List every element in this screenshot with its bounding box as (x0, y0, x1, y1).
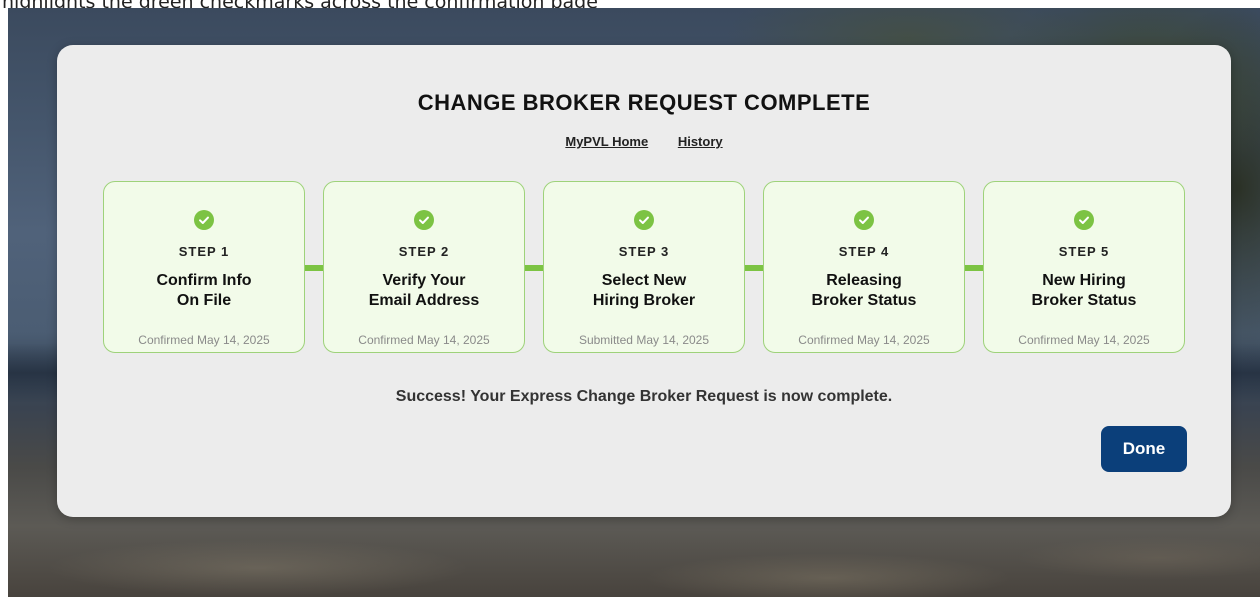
step-number: STEP 1 (178, 244, 230, 259)
step-card-3: STEP 3 Select New Hiring Broker Submitte… (543, 181, 745, 353)
step-title-line-1: Confirm Info (156, 272, 252, 289)
step-status-date: Submitted May 14, 2025 (578, 333, 710, 347)
step-title-line-1: Releasing (826, 272, 902, 289)
step-title: Verify Your Email Address (324, 271, 524, 311)
check-circle-icon (1074, 210, 1094, 230)
page-title: CHANGE BROKER REQUEST COMPLETE (417, 90, 871, 115)
step-connector (305, 265, 323, 271)
step-card-4: STEP 4 Releasing Broker Status Confirmed… (763, 181, 965, 353)
step-card-5: STEP 5 New Hiring Broker Status Confirme… (983, 181, 1185, 353)
step-title: Select New Hiring Broker (544, 271, 744, 311)
check-circle-icon (414, 210, 434, 230)
check-circle-icon (194, 210, 214, 230)
step-connector (965, 265, 983, 271)
step-card-2: STEP 2 Verify Your Email Address Confirm… (323, 181, 525, 353)
step-title: Confirm Info On File (104, 271, 304, 311)
step-status-date: Confirmed May 14, 2025 (138, 333, 270, 347)
step-title: New Hiring Broker Status (984, 271, 1184, 311)
step-title-line-2: Broker Status (1031, 292, 1137, 309)
confirmation-modal: CHANGE BROKER REQUEST COMPLETE MyPVL Hom… (57, 45, 1231, 517)
success-message: Success! Your Express Change Broker Requ… (395, 388, 893, 405)
step-number: STEP 3 (618, 244, 670, 259)
step-title: Releasing Broker Status (764, 271, 964, 311)
done-button[interactable]: Done (1101, 426, 1187, 472)
step-card-1: STEP 1 Confirm Info On File Confirmed Ma… (103, 181, 305, 353)
step-number: STEP 5 (1058, 244, 1110, 259)
step-progress-tracker: STEP 1 Confirm Info On File Confirmed Ma… (103, 181, 1187, 355)
history-link[interactable]: History (678, 134, 723, 149)
step-title-line-2: Email Address (368, 292, 480, 309)
check-circle-icon (854, 210, 874, 230)
mypvl-home-link[interactable]: MyPVL Home (565, 134, 648, 149)
step-connector (525, 265, 543, 271)
step-title-line-2: Hiring Broker (592, 292, 696, 309)
step-connector (745, 265, 763, 271)
quick-links: MyPVL Home History (57, 134, 1231, 149)
step-title-line-1: Verify Your (382, 272, 466, 289)
step-number: STEP 4 (838, 244, 890, 259)
step-status-date: Confirmed May 14, 2025 (1018, 333, 1150, 347)
step-title-line-2: Broker Status (811, 292, 917, 309)
step-title-line-1: New Hiring (1042, 272, 1126, 289)
step-status-date: Confirmed May 14, 2025 (358, 333, 490, 347)
step-title-line-2: On File (176, 292, 232, 309)
step-title-line-1: Select New (601, 272, 687, 289)
step-status-date: Confirmed May 14, 2025 (798, 333, 930, 347)
check-circle-icon (634, 210, 654, 230)
step-number: STEP 2 (398, 244, 450, 259)
